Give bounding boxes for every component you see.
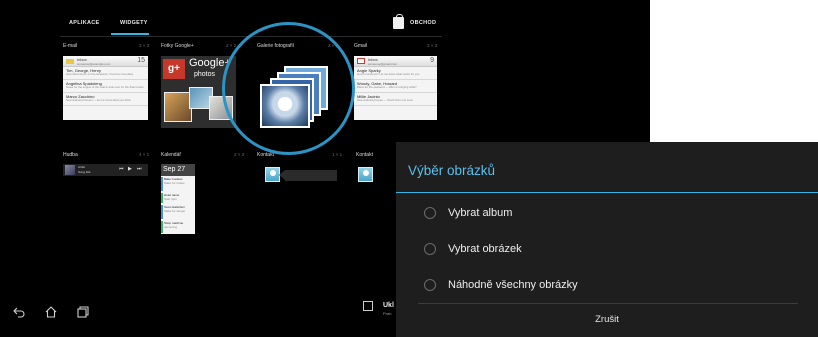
event-subtitle: Make for Sergio bbox=[164, 209, 186, 213]
envelope-icon bbox=[66, 59, 74, 64]
next-track-icon: ⏭ bbox=[137, 166, 142, 172]
widget-size-gmail: 3 × 3 bbox=[427, 43, 438, 48]
tab-selected-indicator bbox=[111, 33, 149, 35]
option-label: Vybrat album bbox=[448, 207, 513, 219]
gplus-logo-icon: g+ bbox=[163, 59, 185, 79]
widget-gmail[interactable]: Inbox someone@gmail.com 9 Angie Sparky Lu… bbox=[354, 56, 437, 120]
gmail-envelope-icon bbox=[357, 58, 365, 64]
photo-thumbnail bbox=[164, 92, 192, 122]
gmail-row: Millie Jacinto New Android phones — check… bbox=[354, 93, 437, 106]
notification-title: Ukl bbox=[383, 302, 394, 309]
email-account: someone@example.com bbox=[77, 62, 111, 66]
widget-calendar[interactable]: Sep 27 Bake Cookies Make for Grace Hotel … bbox=[161, 164, 195, 234]
calendar-event: Team Hackthon Make for Sergio bbox=[164, 205, 192, 213]
gmail-snippet: Plans for the weekend — Who is bringing … bbox=[357, 85, 417, 89]
shopping-bag-icon bbox=[393, 14, 404, 29]
highlight-circle bbox=[222, 22, 355, 155]
email-row: Angelina Spadoleng Notes for the engine o… bbox=[63, 80, 148, 93]
event-subtitle: Make for Grace bbox=[164, 181, 185, 185]
dialog-title: Výběr obrázků bbox=[408, 163, 496, 178]
event-color-bar bbox=[161, 221, 163, 233]
gmail-row: Angie Sparky Lunch tomorrow? Let me know … bbox=[354, 67, 437, 80]
dialog-title-divider bbox=[396, 192, 818, 193]
widget-size-contact-1: 1 × 1 bbox=[332, 152, 343, 157]
widget-email[interactable]: Inbox someone@example.com 15 Tim, George… bbox=[63, 56, 148, 120]
store-label: OBCHOD bbox=[410, 20, 437, 26]
email-row: Marco Zacchino New Android phones! — let … bbox=[63, 93, 148, 106]
widget-label-music: Hudba bbox=[63, 152, 78, 158]
recent-apps-icon[interactable] bbox=[76, 305, 90, 319]
album-art-icon bbox=[65, 165, 75, 175]
widget-label-gmail: Gmail bbox=[354, 43, 368, 49]
tab-apps[interactable]: APLIKACE bbox=[69, 20, 100, 26]
gmail-row: Woody, Gabe, Howard Plans for the weekend… bbox=[354, 80, 437, 93]
calendar-event: Shop machine upcoming bbox=[164, 221, 192, 229]
event-color-bar bbox=[161, 177, 163, 191]
option-random-all-images[interactable]: Náhodně všechny obrázky bbox=[424, 275, 804, 295]
option-label: Vybrat obrázek bbox=[448, 243, 522, 255]
calendar-date: Sep 27 bbox=[161, 164, 195, 176]
widget-music[interactable]: Artist Song title ⏮ ▶ ⏭ bbox=[63, 164, 148, 176]
dialog-button-divider bbox=[418, 303, 798, 304]
picture-icon bbox=[363, 301, 373, 311]
widget-label-contact-2: Kontakt bbox=[356, 152, 373, 158]
play-icon: ▶ bbox=[128, 166, 132, 172]
music-subtitle: Song title bbox=[78, 170, 91, 174]
email-snippet: New Android phones! — let me know what y… bbox=[66, 98, 131, 102]
widget-label-gplus-photos: Fotky Google+ bbox=[161, 43, 194, 49]
contact-widget-icon[interactable] bbox=[358, 167, 373, 182]
store-button[interactable]: OBCHOD bbox=[393, 14, 436, 32]
gmail-account: someone@gmail.com bbox=[368, 62, 398, 66]
email-unread-count: 15 bbox=[137, 57, 145, 64]
radio-button[interactable] bbox=[424, 207, 436, 219]
calendar-event: Hotel name Start 3pm bbox=[164, 193, 192, 201]
email-row: Tim, George, Henry How about lunch on the… bbox=[63, 67, 148, 80]
gmail-snippet: New Android phones — check them out soon bbox=[357, 98, 413, 102]
drag-pointer bbox=[279, 170, 337, 181]
widget-size-music: 4 × 1 bbox=[139, 152, 150, 157]
widget-size-email: 3 × 3 bbox=[139, 43, 150, 48]
back-icon[interactable] bbox=[12, 305, 26, 319]
home-icon[interactable] bbox=[44, 305, 58, 319]
option-select-album[interactable]: Vybrat album bbox=[424, 203, 804, 223]
event-color-bar bbox=[161, 205, 163, 219]
notification-subtitle: Prah bbox=[383, 311, 392, 316]
event-subtitle: Start 3pm bbox=[164, 197, 178, 201]
option-select-image[interactable]: Vybrat obrázek bbox=[424, 239, 804, 259]
gmail-snippet: Lunch tomorrow? Let me know what works f… bbox=[357, 72, 420, 76]
tab-widgets[interactable]: WIDGETY bbox=[120, 20, 148, 26]
widget-label-email: E-mail bbox=[63, 43, 78, 49]
email-widget-header: Inbox someone@example.com 15 bbox=[63, 56, 148, 67]
image-selection-dialog: Výběr obrázků Vybrat album Vybrat obráze… bbox=[396, 142, 818, 337]
previous-track-icon: ⏮ bbox=[119, 166, 124, 172]
email-snippet: Notes for the engine of the mail to look… bbox=[66, 85, 144, 89]
option-label: Náhodně všechny obrázky bbox=[448, 279, 578, 291]
gmail-unread-count: 9 bbox=[430, 57, 434, 64]
widget-label-calendar: Kalendář bbox=[161, 152, 182, 158]
widget-size-calendar: 2 × 3 bbox=[234, 152, 245, 157]
event-subtitle: upcoming bbox=[164, 225, 178, 229]
gplus-subtitle: photos bbox=[194, 71, 216, 78]
radio-button[interactable] bbox=[424, 243, 436, 255]
radio-button[interactable] bbox=[424, 279, 436, 291]
music-track: Artist bbox=[78, 165, 85, 169]
contact-widget-icon[interactable] bbox=[265, 167, 280, 182]
calendar-event: Bake Cookies Make for Grace bbox=[164, 177, 192, 185]
gmail-widget-header: Inbox someone@gmail.com 9 bbox=[354, 56, 437, 67]
event-color-bar bbox=[161, 193, 163, 203]
email-snippet: How about lunch on the weekend, I found … bbox=[66, 72, 134, 76]
cancel-button[interactable]: Zrušit bbox=[396, 310, 818, 330]
